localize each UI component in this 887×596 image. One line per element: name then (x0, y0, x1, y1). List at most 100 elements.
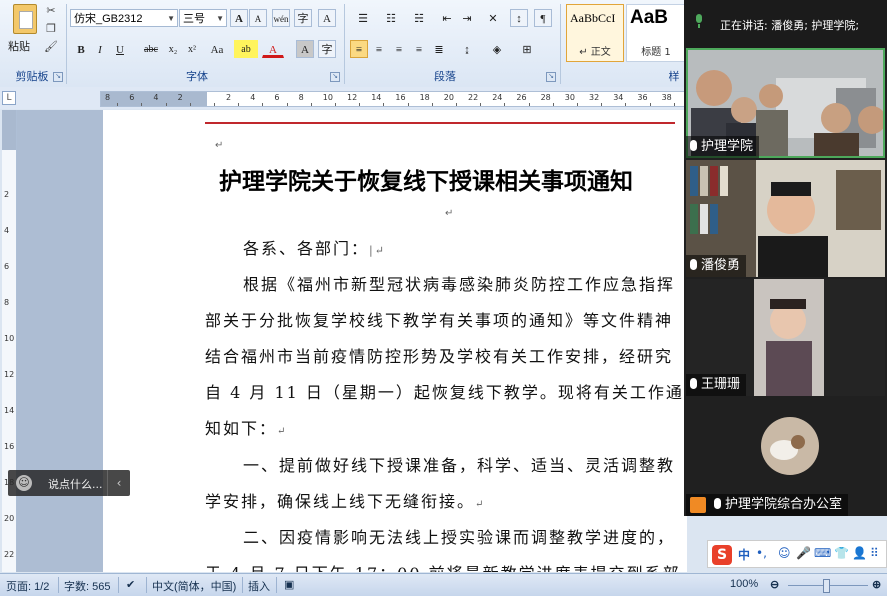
align-right-button[interactable]: ≡ (390, 40, 408, 58)
change-case-button[interactable]: Aa (205, 40, 229, 58)
show-marks-button[interactable]: ¶ (534, 9, 552, 27)
enclose-char-button[interactable]: 字 (318, 40, 336, 58)
font-launcher-icon[interactable]: ↘ (330, 72, 340, 82)
copy-icon[interactable]: ❐ (44, 22, 58, 36)
user-icon[interactable]: 👤 (852, 546, 867, 560)
decrease-indent-button[interactable]: ⇤ (438, 9, 456, 27)
font-name-value: 仿宋_GB2312 (74, 13, 143, 25)
proofing-icon[interactable]: ✔ (126, 578, 135, 591)
style-normal[interactable]: AaBbCcI ↵ 正文 (566, 4, 624, 62)
font-size-value: 三号 (183, 13, 205, 25)
ruler-number: 6 (274, 93, 280, 102)
body-line[interactable]: 二、因疫情影响无法线上授实验课而调整教学进度的， (243, 524, 675, 548)
bold-button[interactable]: B (72, 40, 90, 58)
shrink-font-button[interactable]: A (249, 9, 267, 27)
chat-placeholder[interactable]: 说点什么... (48, 476, 103, 492)
line-spacing-button[interactable]: ↨ (454, 40, 480, 58)
emoji-icon[interactable]: ☺ (778, 546, 791, 560)
char-border-button[interactable]: A (318, 9, 336, 27)
phonetic-guide-button[interactable]: 字 (294, 9, 312, 27)
subscript-button[interactable]: x₂ (164, 40, 182, 58)
video-tile[interactable]: 护理学院 (686, 48, 885, 158)
clipboard-group-label: 剪贴板 (15, 71, 49, 83)
body-line[interactable]: 结合福州市当前疫情防控形势及学校有关工作安排，经研究 (205, 343, 673, 367)
vertical-ruler[interactable]: 24681012141618202224 (2, 110, 17, 595)
borders-button[interactable]: ⊞ (514, 40, 540, 58)
ime-language[interactable]: 中 (738, 546, 750, 563)
ime-toolbar[interactable]: S 中 •, ☺ 🎤 ⌨ 👕 👤 ⠿ (707, 540, 887, 568)
toolbox-icon[interactable]: ⠿ (870, 546, 879, 560)
superscript-button[interactable]: x² (183, 40, 201, 58)
ruler-number: 28 (540, 93, 551, 102)
strikethrough-button[interactable]: abc (139, 40, 163, 58)
asian-layout-button[interactable]: ✕ (480, 9, 506, 27)
sogou-logo-icon[interactable]: S (712, 545, 732, 565)
skin-icon[interactable]: 👕 (834, 546, 849, 560)
ruler-number: 36 (637, 93, 648, 102)
document-page[interactable]: ↵ 护理学院关于恢复线下授课相关事项通知 ↵ 各系、各部门：|↵ 根据《福州市新… (103, 110, 687, 572)
underline-button[interactable]: U (111, 40, 129, 58)
font-name-select[interactable]: 仿宋_GB2312 ▼ (70, 9, 178, 27)
zoom-slider-thumb[interactable] (823, 579, 830, 593)
ruler-tick (601, 103, 603, 106)
justify-button[interactable]: ≡ (410, 40, 428, 58)
voice-input-icon[interactable]: 🎤 (796, 546, 811, 560)
format-painter-icon[interactable]: 🖌 (44, 40, 58, 54)
macro-record-icon[interactable]: ▣ (284, 578, 294, 591)
collapse-chat-button[interactable]: ‹ (107, 470, 130, 496)
keyboard-icon[interactable]: ⌨ (814, 546, 831, 560)
paragraph-launcher-icon[interactable]: ↘ (546, 72, 556, 82)
ruler-tick (552, 103, 554, 106)
bullets-button[interactable]: ☰ (350, 9, 376, 27)
chat-input-pill[interactable]: ☺ 说点什么... ‹ (8, 470, 130, 496)
font-size-select[interactable]: 三号 ▼ (179, 9, 227, 27)
style-heading1[interactable]: AaB 标题 1 (626, 4, 686, 62)
multilevel-list-button[interactable]: ☵ (406, 9, 432, 27)
ruler-number: 38 (661, 93, 672, 102)
ime-punctuation[interactable]: •, (756, 546, 767, 560)
salutation-line[interactable]: 各系、各部门：|↵ (243, 235, 386, 259)
body-line[interactable]: 知如下：↵ (205, 415, 287, 439)
shading-button[interactable]: ◈ (484, 40, 510, 58)
grow-font-button[interactable]: A (230, 9, 248, 27)
insert-mode[interactable]: 插入 (248, 578, 270, 594)
body-line[interactable]: 学安排，确保线上线下无缝衔接。↵ (205, 488, 485, 512)
emoji-icon[interactable]: ☺ (16, 475, 32, 491)
align-center-button[interactable]: ≡ (370, 40, 388, 58)
body-line[interactable]: 一、提前做好线下授课准备，科学、适当、灵活调整教 (243, 452, 675, 476)
participant-name-text: 潘俊勇 (701, 258, 741, 273)
vertical-ruler-number: 20 (4, 514, 15, 523)
clipboard-launcher-icon[interactable]: ↘ (53, 72, 63, 82)
numbering-button[interactable]: ☷ (378, 9, 404, 27)
paste-button[interactable]: 粘贴 (4, 2, 44, 66)
sort-button[interactable]: ↕ (510, 9, 528, 27)
char-shading-button[interactable]: A (296, 40, 314, 58)
participant-name: 王珊珊 (686, 374, 747, 396)
body-line[interactable]: 自 4 月 11 日（星期一）起恢复线下教学。现将有关工作通 (205, 379, 684, 403)
video-tile[interactable]: 潘俊勇 (686, 160, 885, 277)
font-color-button[interactable]: A (262, 40, 284, 58)
highlight-button[interactable]: ab (234, 40, 258, 58)
zoom-in-button[interactable]: ⊕ (872, 578, 881, 591)
language-indicator[interactable]: 中文(简体，中国) (152, 578, 236, 594)
tab-selector[interactable]: L (2, 91, 16, 105)
ruler-number: 26 (516, 93, 527, 102)
salutation-text: 各系、各部门： (243, 239, 370, 258)
distribute-button[interactable]: ≣ (430, 40, 448, 58)
zoom-out-button[interactable]: ⊖ (770, 578, 779, 591)
cut-icon[interactable]: ✂ (44, 4, 58, 18)
italic-button[interactable]: I (91, 40, 109, 58)
zoom-level[interactable]: 100% (730, 578, 758, 590)
body-line[interactable]: 于 4 月 7 日下午 17：00 前将最新教学进度表提交到系部（调 (205, 560, 687, 572)
horizontal-ruler[interactable]: 8 6 4 2 2 4 6 8 10 12 14 16 18 20 22 24 26 28 30 32 34 36 38 (100, 91, 700, 107)
video-tile[interactable]: 护理学院综合办公室 (686, 398, 885, 516)
document-title[interactable]: 护理学院关于恢复线下授课相关事项通知 (219, 162, 633, 196)
clear-format-button[interactable]: wén (272, 9, 290, 27)
body-line[interactable]: 根据《福州市新型冠状病毒感染肺炎防控工作应急指挥 (243, 271, 675, 295)
video-tile[interactable]: 王珊珊 (686, 279, 885, 396)
page-count[interactable]: 页面: 1/2 (6, 578, 49, 594)
increase-indent-button[interactable]: ⇥ (458, 9, 476, 27)
align-left-button[interactable]: ≡ (350, 40, 368, 58)
body-line[interactable]: 部关于分批恢复学校线下教学有关事项的通知》等文件精神 (205, 307, 673, 331)
word-count[interactable]: 字数: 565 (64, 578, 110, 594)
